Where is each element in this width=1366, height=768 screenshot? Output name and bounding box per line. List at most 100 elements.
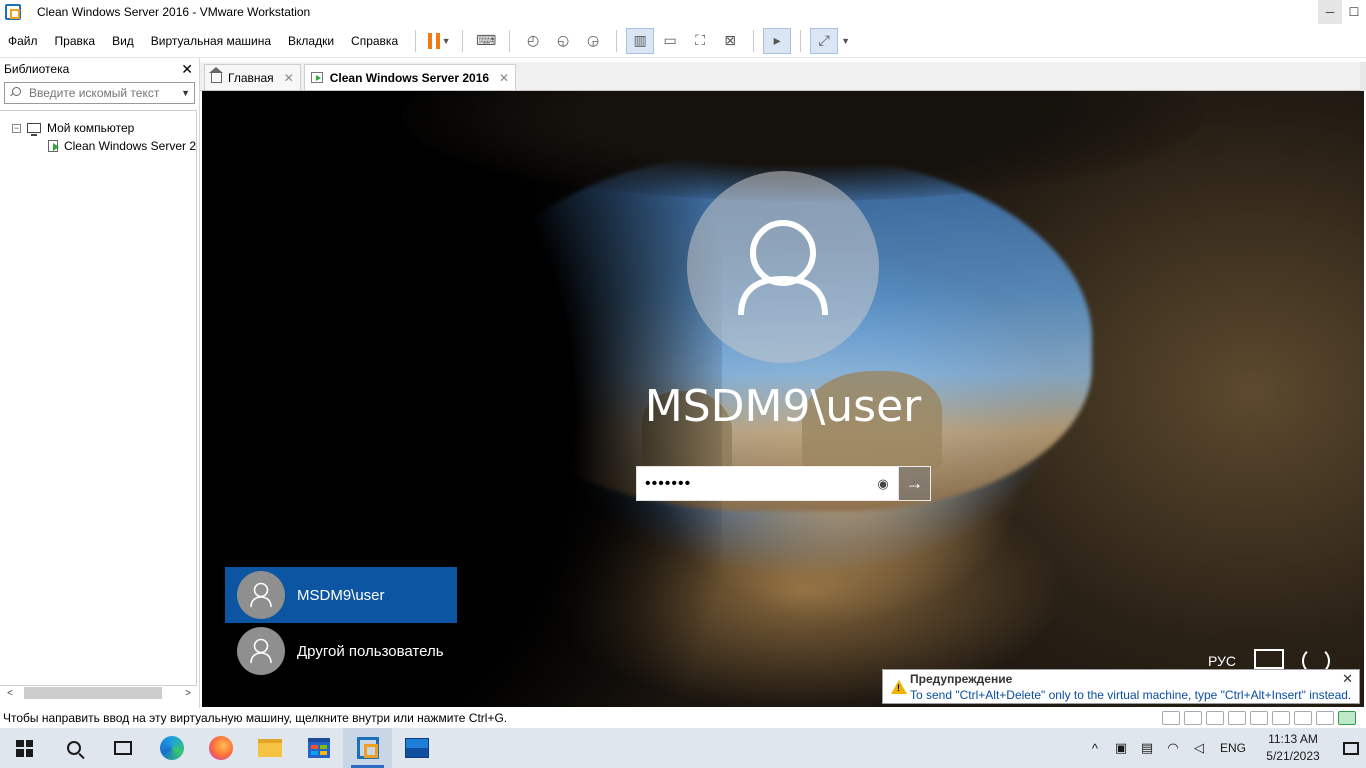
thumbnail-view-icon: ▭ (663, 32, 677, 48)
home-icon (209, 66, 223, 83)
task-view-button[interactable] (98, 728, 147, 768)
user-tile-label: Другой пользователь (297, 642, 444, 660)
close-icon[interactable]: ✕ (1342, 671, 1353, 687)
maximize-button[interactable]: ☐ (1342, 0, 1366, 24)
minimize-button[interactable]: ─ (1318, 0, 1342, 24)
submit-arrow-icon[interactable]: → (898, 467, 930, 500)
menu-toolbar: Файл Правка Вид Виртуальная машина Вклад… (0, 24, 1366, 58)
taskbar-photos[interactable] (392, 728, 441, 768)
warning-notification: ! Предупреждение To send "Ctrl+Alt+Delet… (882, 669, 1360, 704)
user-icon (250, 638, 272, 664)
close-icon[interactable]: ✕ (284, 71, 294, 85)
start-button[interactable] (0, 728, 49, 768)
library-view-icon: ▥ (633, 32, 647, 48)
pause-button[interactable]: ▼ (425, 28, 453, 54)
taskbar-vmware[interactable] (343, 728, 392, 768)
collapse-icon[interactable]: − (12, 123, 21, 133)
taskbar-firefox[interactable] (196, 728, 245, 768)
tree-item-vm[interactable]: Clean Windows Server 2 (0, 137, 196, 155)
menu-view[interactable]: Вид (108, 29, 143, 53)
chevron-down-icon[interactable]: ▼ (841, 36, 850, 46)
menu-tabs[interactable]: Вкладки (284, 29, 343, 53)
search-icon (9, 87, 21, 99)
stretch-icon: ⤢ (818, 32, 830, 48)
chevron-down-icon[interactable]: ▼ (181, 88, 190, 98)
tree-item-my-computer[interactable]: − Мой компьютер (0, 119, 196, 137)
title-bar: Clean Windows Server 2016 - VMware Works… (0, 0, 1366, 24)
store-icon (307, 738, 330, 758)
vm-console[interactable]: MSDM9\user ••••••• ◉ → MSDM9\user Другой… (202, 91, 1364, 707)
user-avatar (237, 571, 285, 619)
send-ctrl-alt-del-button[interactable]: ⌨ (472, 28, 500, 54)
menu-edit[interactable]: Правка (51, 29, 105, 53)
reveal-password-icon[interactable]: ◉ (868, 467, 898, 500)
library-header: Библиотека ✕ (0, 58, 199, 80)
network-adapter-icon[interactable] (1206, 711, 1224, 725)
message-log-icon[interactable] (1316, 711, 1334, 725)
security-icon[interactable]: ▤ (1137, 740, 1157, 756)
vm-status-icon[interactable] (1338, 711, 1356, 725)
console-view-button[interactable]: ▸ (763, 27, 792, 54)
taskbar-store[interactable] (294, 728, 343, 768)
show-hidden-icons-icon[interactable]: ^ (1085, 741, 1105, 756)
user-avatar (687, 171, 879, 363)
scroll-right-icon[interactable]: > (182, 688, 194, 699)
hard-disk-icon[interactable] (1162, 711, 1180, 725)
search-icon (66, 741, 81, 755)
unity-button[interactable]: ⊠ (716, 28, 744, 54)
toolbar-separator (616, 29, 618, 52)
sound-card-icon[interactable] (1250, 711, 1268, 725)
taskbar-search-button[interactable] (49, 728, 98, 768)
input-language[interactable]: РУС (1208, 653, 1236, 669)
vmware-app-icon[interactable] (5, 4, 21, 20)
tree-item-label: Мой компьютер (47, 121, 135, 135)
speaker-icon[interactable]: ◁ (1189, 740, 1209, 756)
cd-dvd-icon[interactable] (1184, 711, 1202, 725)
chevron-down-icon[interactable]: ▼ (442, 36, 451, 46)
scrollbar-thumb[interactable] (24, 687, 162, 699)
snapshot-manager-button[interactable]: ◶ (579, 28, 607, 54)
toolbar-separator (509, 29, 511, 52)
network-icon[interactable] (1254, 649, 1284, 669)
menu-help[interactable]: Справка (347, 29, 407, 53)
tray-language[interactable]: ENG (1220, 741, 1246, 755)
full-screen-button[interactable]: ⛶ (686, 28, 714, 54)
wifi-icon[interactable]: ◠ (1163, 740, 1183, 756)
stretch-guest-button[interactable]: ⤢ (810, 27, 839, 54)
taskbar-file-explorer[interactable] (245, 728, 294, 768)
close-icon[interactable]: ✕ (181, 61, 193, 78)
tab-home[interactable]: Главная ✕ (204, 64, 301, 90)
revert-snapshot-button[interactable]: ◵ (549, 28, 577, 54)
tab-vm[interactable]: Clean Windows Server 2016 ✕ (303, 64, 517, 90)
library-search: ▼ (4, 82, 195, 104)
vm-tray-icon[interactable]: ▣ (1111, 740, 1131, 756)
display-icon[interactable] (1294, 711, 1312, 725)
password-input[interactable]: ••••••• (637, 467, 868, 500)
password-field[interactable]: ••••••• ◉ → (636, 466, 931, 501)
user-tile-other[interactable]: Другой пользователь (225, 623, 457, 679)
window-title: Clean Windows Server 2016 - VMware Works… (37, 5, 311, 19)
tree-item-label: Clean Windows Server 2 (63, 139, 196, 153)
photos-icon (404, 738, 429, 758)
clock[interactable]: 11:13 AM 5/21/2023 (1256, 731, 1330, 765)
user-tile-current[interactable]: MSDM9\user (225, 567, 457, 623)
console-icon: ▸ (773, 32, 781, 48)
vm-icon (310, 72, 323, 83)
take-snapshot-button[interactable]: ◴ (519, 28, 547, 54)
usb-icon[interactable] (1272, 711, 1290, 725)
scroll-left-icon[interactable]: < (4, 688, 16, 699)
library-search-input[interactable] (29, 86, 182, 100)
printer-icon[interactable] (1228, 711, 1246, 725)
firefox-icon (208, 736, 233, 760)
menu-file[interactable]: Файл (4, 29, 47, 53)
menu-vm[interactable]: Виртуальная машина (147, 29, 280, 53)
library-view-button[interactable]: ▥ (626, 27, 655, 54)
close-icon[interactable]: ✕ (499, 71, 509, 85)
thumbnail-view-button[interactable]: ▭ (656, 28, 684, 54)
action-center-button[interactable] (1336, 728, 1366, 768)
clock-time: 11:13 AM (1268, 732, 1318, 746)
user-tile-label: MSDM9\user (297, 586, 385, 604)
taskbar-edge[interactable] (147, 728, 196, 768)
windows-taskbar: ^ ▣ ▤ ◠ ◁ ENG 11:13 AM 5/21/2023 (0, 728, 1366, 768)
library-horizontal-scrollbar[interactable]: < > (4, 685, 194, 701)
